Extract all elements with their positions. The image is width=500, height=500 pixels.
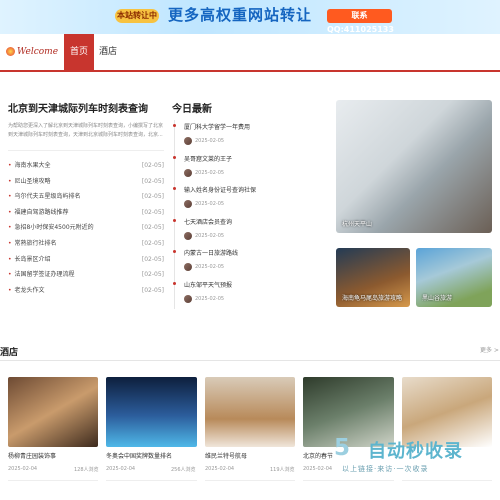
list-item[interactable]: 老龙头作文[02-05]	[8, 283, 164, 299]
timeline-dot	[173, 124, 176, 127]
latest-title: 今日最新	[172, 104, 212, 115]
list-item[interactable]: 福建自驾游路线推荐[02-05]	[8, 205, 164, 221]
hotel-item-date: 2025-02-04	[205, 466, 235, 472]
divider	[402, 480, 492, 481]
list-item[interactable]: 法国留学签证办理流程[02-05]	[8, 267, 164, 283]
divider	[8, 150, 164, 151]
news-item[interactable]: 厦门科大学留学一年费用 2025-02-05	[173, 120, 325, 152]
watermark-logo-icon: 5	[334, 435, 351, 461]
avatar	[184, 168, 192, 177]
list-item[interactable]: 尼山圣境攻略[02-05]	[8, 174, 164, 190]
more-link[interactable]: 更多 >	[480, 345, 499, 354]
news-item[interactable]: 吴哥窟文莱的王子 2025-02-05	[173, 152, 325, 184]
hotel-item-views: 256人浏览	[171, 467, 196, 473]
avatar	[184, 263, 192, 271]
hotel-item-views: 119人浏览	[270, 467, 295, 473]
hotel-item-date: 2025-02-04	[8, 466, 38, 472]
tab-hotel[interactable]: 酒店	[93, 34, 123, 70]
divider	[0, 360, 500, 361]
featured-image-card[interactable]: 杭州天平山	[336, 100, 492, 233]
hotel-item-views: 128人浏览	[74, 467, 99, 473]
hotel-item-title[interactable]: 北京的春节	[303, 451, 333, 460]
hotel-thumbnail[interactable]	[205, 377, 295, 447]
timeline-dot	[173, 187, 176, 190]
avatar	[184, 137, 192, 145]
featured-title[interactable]: 北京到天津城际列车时刻表查询	[8, 100, 148, 115]
divider	[106, 480, 197, 481]
news-item[interactable]: 七天酒店会员查询 2025-02-05	[173, 215, 325, 247]
top-nav: Welcome 首页 酒店	[0, 34, 500, 72]
hotel-thumbnail[interactable]	[106, 377, 197, 447]
list-item[interactable]: 常熟旅行社排名[02-05]	[8, 236, 164, 252]
watermark-tagline: 以上链接·来访·一次收录	[342, 465, 429, 473]
banner-headline: 更多高权重网站转让	[168, 6, 313, 24]
featured-intro: 为帮助您更深入了解北京到天津城际列车时刻表查询，小编撰写了北京到天津城际列车时刻…	[8, 123, 164, 138]
promo-banner[interactable]: 本站转让中 更多高权重网站转让 联系QQ:411025133	[0, 0, 500, 34]
watermark-title: 自动秒收录	[368, 441, 463, 462]
avatar	[184, 200, 192, 208]
banner-contact[interactable]: 联系QQ:411025133	[327, 9, 394, 34]
avatar	[184, 294, 192, 303]
hotel-section-title: 酒店	[0, 348, 19, 358]
hotel-item-title[interactable]: 杨柳青庄园装饰事	[8, 451, 56, 460]
watermark: 5 自动秒收录 以上链接·来访·一次收录	[330, 433, 500, 478]
news-item[interactable]: 输入姓名身份证号查询社保 2025-02-05	[173, 183, 325, 215]
list-item[interactable]: 乌尔代夫五星级岛屿排名[02-05]	[8, 189, 164, 205]
logo-icon	[6, 47, 15, 56]
image-card[interactable]: 黑山谷旅游	[416, 248, 492, 307]
hotel-item-date: 2025-02-04	[106, 466, 136, 472]
timeline-dot	[173, 281, 176, 285]
banner-tag: 本站转让中	[115, 9, 159, 23]
hotel-item-title[interactable]: 冬奥会中国奖牌数量排名	[106, 451, 172, 460]
avatar	[184, 231, 192, 240]
timeline-dot	[173, 250, 176, 253]
site-logo[interactable]: Welcome	[6, 47, 58, 57]
divider	[303, 480, 394, 481]
latest-timeline: 厦门科大学留学一年费用 2025-02-05 吴哥窟文莱的王子 2025-02-05…	[173, 120, 325, 310]
news-item[interactable]: 山东邹平天气预报 2025-02-05	[173, 278, 325, 310]
hotel-thumbnail[interactable]	[8, 377, 98, 447]
divider	[205, 480, 295, 481]
hotel-item-title[interactable]: 维民兰特号航母	[205, 451, 247, 460]
timeline-dot	[173, 155, 176, 159]
article-list: 海南水果大全[02-05] 尼山圣境攻略[02-05] 乌尔代夫五星级岛屿排名[…	[8, 158, 164, 298]
hotel-item-date: 2025-02-04	[303, 466, 333, 472]
image-card[interactable]: 海南龟马尾岛旅游攻略	[336, 248, 410, 307]
timeline-dot	[173, 218, 176, 222]
list-item[interactable]: 急招8小时保安4500元附近的[02-05]	[8, 220, 164, 236]
news-item[interactable]: 内蒙古一日旅游路线 2025-02-05	[173, 246, 325, 278]
list-item[interactable]: 长岛景区介绍[02-05]	[8, 252, 164, 268]
list-item[interactable]: 海南水果大全[02-05]	[8, 158, 164, 174]
tab-home[interactable]: 首页	[64, 34, 95, 70]
divider	[8, 480, 98, 481]
